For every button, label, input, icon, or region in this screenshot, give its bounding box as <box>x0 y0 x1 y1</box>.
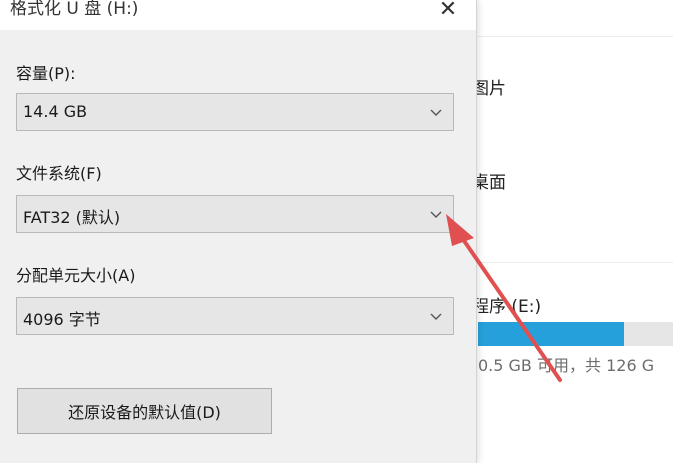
drive-free-space: 0.5 GB 可用，共 126 G <box>478 356 655 375</box>
dialog-titlebar[interactable]: 格式化 U 盘 (H:) ✕ <box>0 0 476 30</box>
folder-desktop[interactable]: 桌面 <box>472 168 506 193</box>
filesystem-value: FAT32 (默认) <box>23 208 121 227</box>
chevron-down-icon <box>430 313 442 320</box>
format-dialog: 格式化 U 盘 (H:) ✕ 容量(P): 14.4 GB 文件系统(F) FA… <box>0 0 477 463</box>
dialog-title: 格式化 U 盘 (H:) <box>10 0 139 19</box>
allocation-label: 分配单元大小(A) <box>16 266 136 285</box>
capacity-select[interactable]: 14.4 GB <box>16 93 454 131</box>
capacity-label: 容量(P): <box>16 64 76 83</box>
drive-e-label[interactable]: 程序 (E:) <box>472 292 541 317</box>
filesystem-select[interactable]: FAT32 (默认) <box>16 195 454 233</box>
allocation-value: 4096 字节 <box>23 310 101 329</box>
close-button[interactable]: ✕ <box>430 0 466 26</box>
drive-usage-fill <box>478 322 625 346</box>
chevron-down-icon <box>430 109 442 116</box>
restore-defaults-button[interactable]: 还原设备的默认值(D) <box>17 388 272 434</box>
divider <box>478 262 673 263</box>
drive-usage-bar <box>478 322 673 346</box>
capacity-value: 14.4 GB <box>23 102 88 121</box>
allocation-select[interactable]: 4096 字节 <box>16 297 454 335</box>
folder-pictures[interactable]: 图片 <box>472 74 506 99</box>
filesystem-label: 文件系统(F) <box>16 164 102 183</box>
close-icon: ✕ <box>438 0 458 22</box>
chevron-down-icon <box>430 211 442 218</box>
divider <box>478 36 673 37</box>
